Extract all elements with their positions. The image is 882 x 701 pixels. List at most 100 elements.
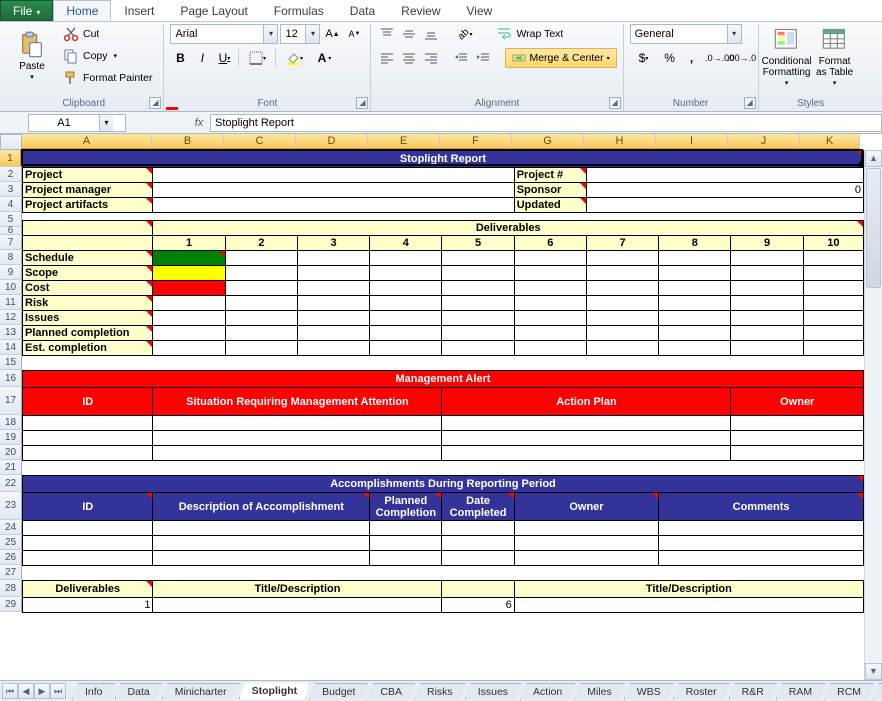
cell[interactable] bbox=[297, 341, 369, 356]
tab-home[interactable]: Home bbox=[53, 0, 111, 21]
row-header[interactable]: 21 bbox=[0, 460, 22, 475]
label-updated[interactable]: Updated bbox=[514, 198, 586, 213]
cell[interactable] bbox=[659, 521, 864, 536]
row-header[interactable]: 19 bbox=[0, 430, 22, 445]
cell[interactable] bbox=[442, 296, 514, 311]
bold-button[interactable]: B bbox=[170, 48, 190, 68]
row-header[interactable]: 8 bbox=[0, 250, 22, 265]
cell[interactable] bbox=[803, 251, 863, 266]
tab-page-layout[interactable]: Page Layout bbox=[167, 0, 260, 21]
col-header[interactable]: H bbox=[584, 134, 656, 150]
cell[interactable] bbox=[442, 431, 731, 446]
cell[interactable] bbox=[586, 198, 863, 213]
row-header[interactable]: 28 bbox=[0, 580, 22, 597]
sheet-tab[interactable]: Stoplight bbox=[239, 683, 311, 700]
cell[interactable] bbox=[370, 266, 442, 281]
cell[interactable] bbox=[586, 281, 658, 296]
tab-formulas[interactable]: Formulas bbox=[261, 0, 337, 21]
formula-input[interactable] bbox=[210, 114, 882, 132]
col-header[interactable]: J bbox=[728, 134, 800, 150]
cell[interactable] bbox=[225, 296, 297, 311]
cell[interactable] bbox=[514, 326, 586, 341]
sheet-tab[interactable]: Miles bbox=[574, 683, 625, 700]
underline-button[interactable]: U▾ bbox=[214, 48, 234, 68]
label-projnum[interactable]: Project # bbox=[514, 168, 586, 183]
cell[interactable] bbox=[297, 296, 369, 311]
cell[interactable] bbox=[442, 281, 514, 296]
format-painter-button[interactable]: Format Painter bbox=[58, 68, 157, 88]
name-box[interactable]: ▾ bbox=[28, 114, 126, 132]
cell[interactable] bbox=[153, 311, 225, 326]
cell[interactable] bbox=[803, 296, 863, 311]
mgmt-owner[interactable]: Owner bbox=[731, 388, 864, 416]
deliv-col[interactable]: 1 bbox=[153, 236, 225, 251]
align-middle-button[interactable] bbox=[399, 24, 419, 44]
cell[interactable] bbox=[803, 326, 863, 341]
borders-button[interactable]: ▾ bbox=[243, 48, 271, 68]
cell[interactable] bbox=[659, 296, 731, 311]
cell[interactable] bbox=[803, 341, 863, 356]
font-launcher[interactable]: ◢ bbox=[356, 97, 368, 109]
font-size-combo[interactable]: ▾ bbox=[280, 24, 320, 44]
sheet-tab[interactable]: Budget bbox=[309, 683, 368, 700]
cell[interactable] bbox=[23, 431, 153, 446]
cell[interactable] bbox=[153, 198, 514, 213]
mgmt-alert-title[interactable]: Management Alert bbox=[23, 371, 864, 388]
decrease-decimal-button[interactable]: .00→.0 bbox=[732, 48, 752, 68]
scroll-thumb[interactable] bbox=[866, 168, 881, 288]
row-header[interactable]: 26 bbox=[0, 550, 22, 565]
chevron-down-icon[interactable]: ▾ bbox=[263, 25, 277, 43]
scroll-up-button[interactable]: ▲ bbox=[865, 150, 882, 167]
label-artifacts[interactable]: Project artifacts bbox=[23, 198, 153, 213]
alignment-launcher[interactable]: ◢ bbox=[609, 97, 621, 109]
row-header[interactable]: 25 bbox=[0, 535, 22, 550]
sheet-tab[interactable]: Roster bbox=[673, 683, 730, 700]
sheet-tab[interactable]: Minicharter bbox=[162, 683, 240, 700]
cell[interactable] bbox=[514, 311, 586, 326]
sheet-tab[interactable]: Issues bbox=[465, 683, 521, 700]
chevron-down-icon[interactable]: ▾ bbox=[305, 25, 319, 43]
row-header[interactable]: 3 bbox=[0, 182, 22, 197]
tab-data[interactable]: Data bbox=[337, 0, 388, 21]
cell[interactable] bbox=[731, 296, 803, 311]
cell[interactable] bbox=[153, 341, 225, 356]
sheet-tab[interactable]: Info bbox=[72, 683, 116, 700]
tab-insert[interactable]: Insert bbox=[111, 0, 167, 21]
col-header[interactable]: I bbox=[656, 134, 728, 150]
deliv-col[interactable]: 7 bbox=[586, 236, 658, 251]
cell[interactable] bbox=[370, 281, 442, 296]
cell[interactable] bbox=[370, 341, 442, 356]
cell[interactable] bbox=[153, 251, 225, 266]
sheet-tab[interactable]: RCM bbox=[824, 683, 874, 700]
row-header[interactable]: 15 bbox=[0, 355, 22, 370]
cell[interactable] bbox=[442, 326, 514, 341]
deliv-col[interactable]: 5 bbox=[442, 236, 514, 251]
font-name-combo[interactable]: ▾ bbox=[170, 24, 278, 44]
conditional-formatting-button[interactable]: Conditional Formatting▾ bbox=[765, 24, 809, 90]
cell[interactable] bbox=[731, 281, 803, 296]
cell[interactable] bbox=[225, 326, 297, 341]
cell[interactable] bbox=[153, 266, 225, 281]
acc-title[interactable]: Accomplishments During Reporting Period bbox=[23, 476, 864, 493]
cell[interactable]: 6 bbox=[442, 598, 514, 613]
report-title[interactable]: Stoplight Report bbox=[23, 151, 864, 168]
cell[interactable] bbox=[442, 446, 731, 461]
comma-button[interactable]: , bbox=[682, 48, 702, 68]
italic-button[interactable]: I bbox=[192, 48, 212, 68]
cell[interactable] bbox=[731, 266, 803, 281]
cell[interactable] bbox=[442, 416, 731, 431]
cell[interactable] bbox=[659, 251, 731, 266]
col-header[interactable]: F bbox=[440, 134, 512, 150]
cell[interactable] bbox=[659, 536, 864, 551]
cell[interactable] bbox=[153, 183, 514, 198]
cell[interactable] bbox=[23, 521, 153, 536]
mgmt-situation[interactable]: Situation Requiring Management Attention bbox=[153, 388, 442, 416]
number-launcher[interactable]: ◢ bbox=[744, 97, 756, 109]
row-risk[interactable]: Risk bbox=[23, 296, 153, 311]
font-name-input[interactable] bbox=[171, 25, 263, 43]
sheet-tab[interactable]: Action bbox=[520, 683, 575, 700]
cell[interactable] bbox=[297, 266, 369, 281]
grow-font-button[interactable]: A▲ bbox=[322, 24, 342, 44]
deliv-col[interactable]: 6 bbox=[514, 236, 586, 251]
cell[interactable] bbox=[586, 311, 658, 326]
